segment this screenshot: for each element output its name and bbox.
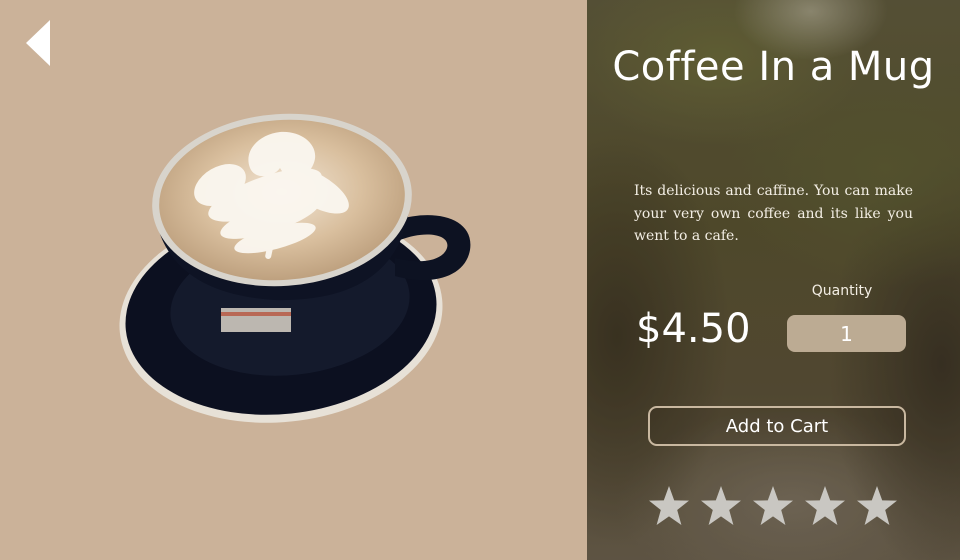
quantity-input[interactable] (787, 315, 906, 352)
add-to-cart-button[interactable]: Add to Cart (648, 406, 906, 446)
star-icon[interactable] (855, 484, 899, 528)
product-price: $4.50 (636, 306, 751, 352)
star-icon[interactable] (751, 484, 795, 528)
star-icon[interactable] (647, 484, 691, 528)
product-image-panel (0, 0, 587, 560)
star-rating (647, 484, 899, 530)
product-details-panel: Coffee In a Mug Its delicious and caffin… (587, 0, 960, 560)
back-arrow-icon[interactable] (22, 18, 54, 68)
star-icon[interactable] (699, 484, 743, 528)
star-icon[interactable] (803, 484, 847, 528)
product-title: Coffee In a Mug (612, 44, 935, 90)
product-description: Its delicious and caffine. You can make … (634, 183, 913, 244)
quantity-label: Quantity (811, 283, 873, 299)
coffee-mug-image (119, 113, 471, 423)
